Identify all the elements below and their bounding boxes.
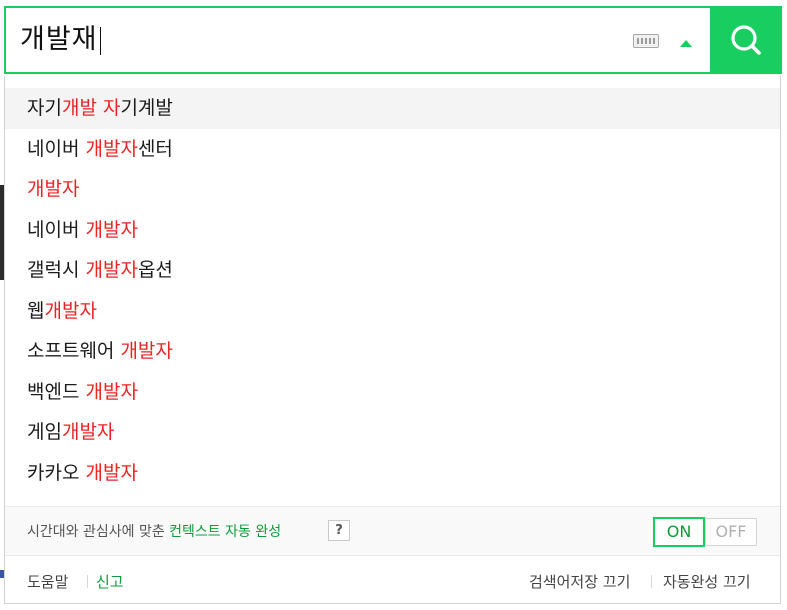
suggestion-highlight: 개발자	[120, 340, 173, 362]
suggestion-item[interactable]: 게임개발자	[5, 412, 780, 453]
dropdown-footer: 도움말 신고 검색어저장 끄기 자동완성 끄기	[5, 556, 780, 603]
suggestion-text: 자기	[27, 97, 62, 119]
suggestion-text: 옵션	[137, 259, 173, 281]
divider	[651, 575, 652, 588]
suggestion-highlight: 개발자	[85, 380, 138, 403]
suggestion-highlight: 개발자	[44, 299, 97, 322]
help-link[interactable]: 도움말	[27, 571, 68, 592]
suggestion-item[interactable]: 개발자	[5, 169, 780, 210]
suggestion-text: 센터	[137, 137, 173, 160]
divider	[87, 575, 88, 588]
suggestion-item[interactable]: 소프트웨어 개발자	[5, 331, 780, 372]
context-on-button[interactable]: ON	[653, 517, 705, 547]
autocomplete-off-link[interactable]: 자동완성 끄기	[663, 571, 751, 592]
report-link[interactable]: 신고	[96, 571, 124, 592]
search-icon	[731, 25, 761, 55]
search-input[interactable]: 개발재	[20, 22, 101, 58]
suggestion-text: 갤럭시	[27, 259, 86, 281]
suggestion-text: 카카오	[27, 461, 86, 484]
suggestion-item[interactable]: 네이버 개발자	[5, 210, 780, 251]
search-button[interactable]	[710, 6, 782, 74]
suggestion-item[interactable]: 갤럭시 개발자옵션	[5, 250, 780, 291]
context-off-button[interactable]: OFF	[705, 518, 757, 546]
suggestion-highlight: 개발자	[27, 178, 80, 200]
autocomplete-dropdown: 자기개발 자기계발 네이버 개발자센터 개발자 네이버 개발자 갤럭시 개발자옵션 웹개발…	[4, 76, 781, 604]
suggestion-text: 소프트웨어	[27, 340, 121, 362]
suggestion-item[interactable]: 카카오 개발자	[5, 453, 780, 494]
suggestion-highlight: 개발자	[85, 218, 138, 241]
suggestion-item[interactable]: 네이버 개발자센터	[5, 129, 780, 170]
help-button[interactable]: ?	[328, 520, 350, 541]
context-description: 시간대와 관심사에 맞춘 컨텍스트 자동 완성	[27, 521, 281, 541]
suggestion-text: 네이버	[27, 137, 86, 160]
history-off-link[interactable]: 검색어저장 끄기	[529, 571, 630, 592]
suggestion-list: 자기개발 자기계발 네이버 개발자센터 개발자 네이버 개발자 갤럭시 개발자옵션 웹개발…	[5, 88, 780, 493]
suggestion-text: 기계발	[120, 97, 173, 119]
suggestion-text: 네이버	[27, 218, 86, 241]
context-text: 시간대와 관심사에 맞춘	[27, 524, 170, 540]
context-autocomplete-link[interactable]: 컨텍스트 자동 완성	[169, 524, 281, 540]
keyboard-icon[interactable]	[633, 34, 659, 48]
context-autocomplete-bar: 시간대와 관심사에 맞춘 컨텍스트 자동 완성 ? ON OFF	[5, 506, 780, 556]
suggestion-item[interactable]: 백엔드 개발자	[5, 372, 780, 413]
suggestion-text: 웹	[27, 299, 45, 322]
search-query-text: 개발재	[20, 24, 98, 55]
suggestion-highlight: 개발자	[85, 461, 138, 484]
text-cursor	[99, 26, 101, 55]
search-box[interactable]: 개발재	[4, 6, 779, 74]
collapse-arrow-icon[interactable]	[680, 40, 692, 47]
suggestion-text: 게임	[27, 421, 62, 443]
suggestion-highlight: 개발자	[85, 137, 138, 160]
suggestion-text: 백엔드	[27, 380, 86, 403]
suggestion-item[interactable]: 자기개발 자기계발	[5, 88, 780, 129]
suggestion-highlight: 개발자	[61, 421, 115, 443]
suggestion-highlight: 개발 자	[61, 97, 121, 119]
suggestion-item[interactable]: 웹개발자	[5, 291, 780, 332]
suggestion-highlight: 개발자	[85, 259, 138, 281]
